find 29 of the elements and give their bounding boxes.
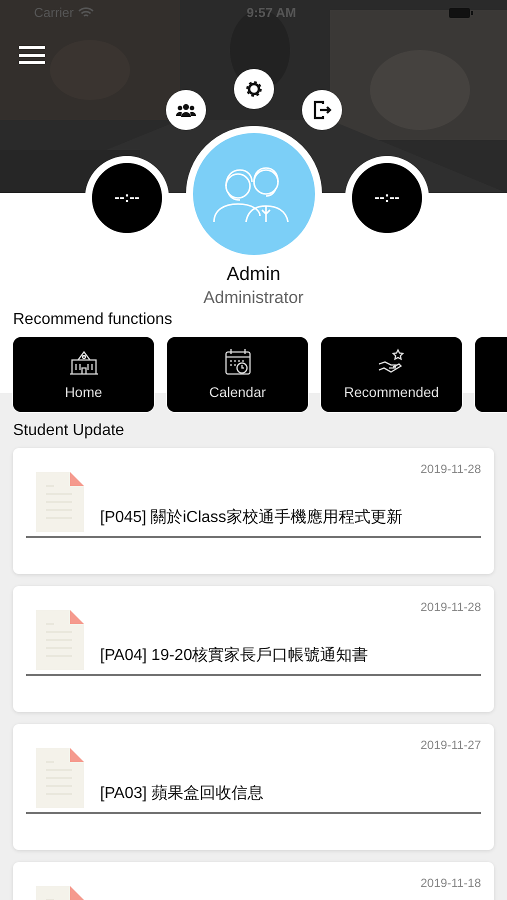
document-icon bbox=[36, 610, 84, 670]
user-role: Administrator bbox=[203, 287, 304, 309]
user-name: Admin bbox=[226, 263, 280, 287]
news-date: 2019-11-28 bbox=[420, 461, 481, 478]
section-title: Recommend functions bbox=[13, 310, 174, 330]
function-card[interactable]: Home bbox=[13, 337, 154, 412]
logout-icon bbox=[312, 100, 332, 120]
document-icon bbox=[36, 748, 84, 808]
news-date: 2019-11-27 bbox=[420, 737, 481, 754]
news-card[interactable]: 2019-11-27 [PA03] 蘋果盒回收信息 bbox=[13, 724, 494, 850]
timer-text: --:-- bbox=[374, 188, 400, 208]
people-icon bbox=[176, 102, 196, 118]
menu-button[interactable] bbox=[19, 44, 45, 66]
news-title: [PA03] 蘋果盒回收信息 bbox=[100, 784, 264, 804]
news-title: [PA04] 19-20核實家長戶口帳號通知書 bbox=[100, 646, 368, 666]
section-title: Student Update bbox=[13, 421, 126, 441]
document-icon bbox=[36, 472, 84, 532]
news-card[interactable]: 2019-11-28 [P045] 關於iClass家校通手機應用程式更新 bbox=[13, 448, 494, 574]
function-card[interactable]: Calendar bbox=[167, 337, 308, 412]
news-date: 2019-11-18 bbox=[420, 875, 481, 892]
news-date: 2019-11-28 bbox=[420, 599, 481, 616]
settings-icon bbox=[244, 79, 264, 99]
function-card[interactable]: Recommended bbox=[321, 337, 462, 412]
news-card[interactable]: 2019-11-18 bbox=[13, 862, 494, 900]
wifi-icon bbox=[78, 7, 94, 19]
news-title: [P045] 關於iClass家校通手機應用程式更新 bbox=[100, 508, 402, 528]
timer-text: --:-- bbox=[114, 188, 140, 208]
news-card[interactable]: 2019-11-28 [PA04] 19-20核實家長戶口帳號通知書 bbox=[13, 586, 494, 712]
battery-icon bbox=[448, 7, 473, 19]
